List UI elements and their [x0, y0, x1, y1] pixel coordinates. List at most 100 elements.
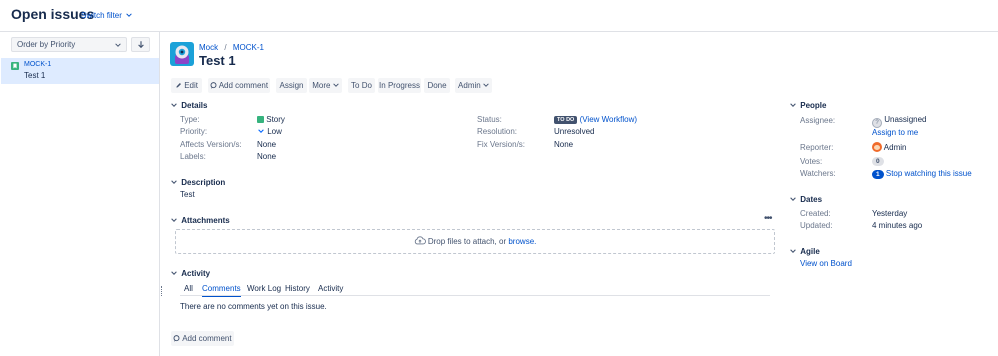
tab-work-log[interactable]: Work Log: [247, 284, 281, 293]
assign-button[interactable]: Assign: [276, 78, 307, 93]
chevron-down-icon: [171, 271, 177, 275]
assignee-value: ? Unassigned: [872, 115, 926, 128]
story-icon: [257, 116, 264, 123]
arrow-down-icon: [138, 41, 144, 49]
done-button[interactable]: Done: [424, 78, 450, 93]
priority-low-icon: [258, 129, 264, 133]
priority-label: Priority:: [180, 127, 208, 136]
description-text[interactable]: Test: [180, 190, 195, 199]
reporter-label: Reporter:: [800, 143, 834, 152]
in-progress-button[interactable]: In Progress: [378, 78, 421, 93]
sort-direction-button[interactable]: [131, 37, 150, 52]
attachments-heading: Attachments: [181, 216, 230, 225]
comment-icon: [210, 82, 217, 89]
assign-to-me-link[interactable]: Assign to me: [872, 128, 918, 137]
stop-watching-link[interactable]: Stop watching this issue: [886, 169, 972, 178]
attachments-toggle[interactable]: Attachments: [171, 216, 230, 225]
activity-tabs-divider: [180, 295, 770, 296]
project-avatar: [170, 42, 194, 66]
chevron-down-icon: [126, 13, 132, 17]
watchers-label: Watchers:: [800, 169, 836, 178]
pencil-icon: [176, 83, 181, 88]
activity-heading: Activity: [181, 269, 211, 278]
chevron-down-icon: [171, 180, 177, 184]
created-value: Yesterday: [872, 209, 908, 218]
people-toggle[interactable]: People: [790, 101, 826, 110]
view-on-board-link[interactable]: View on Board: [800, 259, 852, 268]
sidebar-resize-handle[interactable]: [161, 286, 163, 296]
breadcrumb-issue-key[interactable]: MOCK-1: [233, 43, 264, 52]
reporter-value: Admin: [872, 142, 906, 152]
agile-heading: Agile: [800, 247, 820, 256]
switch-filter-label: Switch filter: [81, 11, 122, 20]
add-comment-footer-button[interactable]: Add comment: [171, 331, 234, 346]
type-label: Type:: [180, 115, 200, 124]
chevron-down-icon: [115, 43, 121, 47]
resolution-value: Unresolved: [554, 127, 595, 136]
affects-version-label: Affects Version/s:: [180, 140, 242, 149]
chevron-down-icon: [332, 83, 339, 87]
add-comment-label: Add comment: [218, 81, 269, 90]
chevron-down-icon: [171, 218, 177, 222]
votes-badge[interactable]: 0: [872, 157, 884, 166]
order-by-select[interactable]: Order by Priority: [11, 37, 127, 52]
tab-activity[interactable]: Activity: [318, 284, 343, 293]
chevron-down-icon: [483, 83, 489, 87]
more-label: More: [312, 81, 331, 90]
edit-button[interactable]: Edit: [171, 78, 202, 93]
edit-label: Edit: [184, 81, 199, 90]
details-toggle[interactable]: Details: [171, 101, 207, 110]
updated-label: Updated:: [800, 221, 833, 230]
chevron-down-icon: [790, 249, 796, 253]
breadcrumb: Mock / MOCK-1: [199, 43, 264, 52]
type-value: Story: [257, 115, 285, 124]
dates-toggle[interactable]: Dates: [790, 195, 822, 204]
description-heading: Description: [181, 178, 226, 187]
list-item-summary: Test 1: [24, 71, 46, 80]
resolution-label: Resolution:: [477, 127, 518, 136]
details-heading: Details: [181, 101, 208, 110]
unassigned-avatar-icon: ?: [872, 118, 882, 128]
watchers-count-badge[interactable]: 1: [872, 170, 884, 179]
description-toggle[interactable]: Description: [171, 178, 225, 187]
labels-label: Labels:: [180, 152, 206, 161]
dates-heading: Dates: [800, 195, 823, 204]
chevron-down-icon: [790, 103, 796, 107]
view-workflow-link[interactable]: (View Workflow): [580, 115, 638, 124]
attachment-dropzone[interactable]: Drop files to attach, or browse.: [175, 229, 775, 254]
browse-link[interactable]: browse.: [508, 237, 536, 246]
breadcrumb-separator: /: [224, 43, 227, 52]
tab-history[interactable]: History: [285, 284, 310, 293]
admin-button[interactable]: Admin: [455, 78, 492, 93]
list-item-key[interactable]: MOCK-1: [24, 61, 51, 68]
comment-icon: [173, 335, 180, 342]
list-item[interactable]: MOCK-1 Test 1: [1, 58, 159, 84]
affects-version-value: None: [257, 140, 277, 149]
status-label: Status:: [477, 115, 502, 124]
votes-label: Votes:: [800, 157, 823, 166]
activity-toggle[interactable]: Activity: [171, 269, 210, 278]
priority-value: Low: [257, 127, 282, 136]
attachments-more-icon[interactable]: •••: [764, 213, 772, 224]
avatar: [872, 142, 882, 152]
switch-filter-button[interactable]: Switch filter: [81, 11, 132, 20]
story-icon: [11, 62, 19, 70]
updated-value: 4 minutes ago: [872, 221, 923, 230]
drop-files-text: Drop files to attach, or: [427, 237, 507, 246]
assignee-label: Assignee:: [800, 116, 836, 125]
breadcrumb-project[interactable]: Mock: [199, 43, 218, 52]
add-comment-button[interactable]: Add comment: [208, 78, 270, 93]
more-button[interactable]: More: [309, 78, 342, 93]
no-comments-text: There are no comments yet on this issue.: [180, 302, 327, 311]
tab-all[interactable]: All: [184, 284, 193, 293]
todo-button[interactable]: To Do: [348, 78, 375, 93]
agile-toggle[interactable]: Agile: [790, 247, 820, 256]
labels-value[interactable]: None: [257, 152, 276, 161]
status-badge: TO DO: [554, 116, 578, 124]
add-comment-footer-label: Add comment: [182, 334, 232, 343]
status-value: TO DO (View Workflow): [554, 115, 637, 124]
admin-label: Admin: [458, 81, 481, 90]
issue-title: Test 1: [199, 53, 236, 68]
people-heading: People: [800, 101, 827, 110]
chevron-down-icon: [171, 103, 177, 107]
